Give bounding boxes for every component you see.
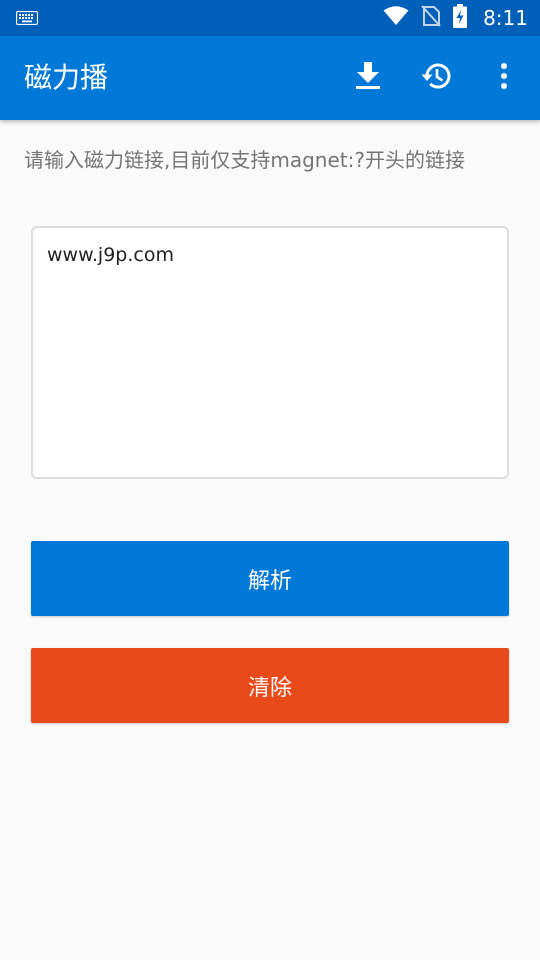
no-sim-icon: [421, 5, 441, 31]
parse-button[interactable]: 解析: [31, 541, 509, 616]
history-button[interactable]: [412, 54, 460, 102]
download-button[interactable]: [344, 54, 392, 102]
status-time: 8:11: [483, 6, 528, 30]
more-vert-icon: [500, 62, 508, 94]
keyboard-icon: [15, 10, 39, 26]
input-hint: 请输入磁力链接,目前仅支持magnet:?开头的链接: [24, 148, 465, 172]
clear-button[interactable]: 清除: [31, 648, 509, 723]
battery-charging-icon: [453, 4, 468, 32]
download-icon: [355, 62, 381, 94]
more-options-button[interactable]: [480, 54, 528, 102]
wifi-icon: [383, 6, 409, 30]
magnet-link-input[interactable]: www.j9p.com: [31, 226, 509, 479]
history-icon: [420, 62, 452, 94]
app-title: 磁力播: [24, 61, 109, 94]
status-bar: 8:11: [0, 0, 540, 36]
app-bar: 磁力播: [0, 36, 540, 120]
